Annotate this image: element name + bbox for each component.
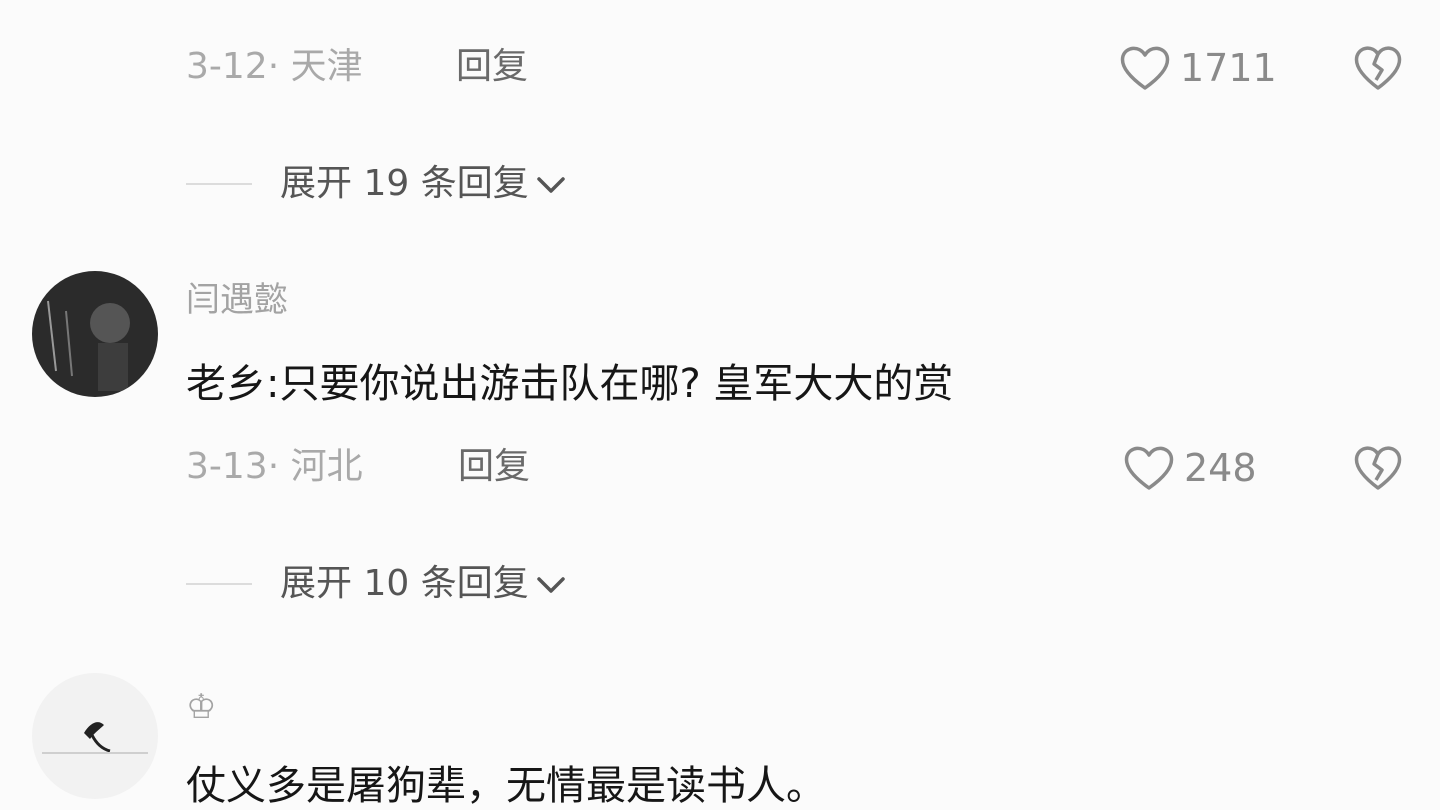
comment-text: 仗义多是屠狗辈，无情最是读书人。 (186, 763, 826, 809)
username[interactable]: 闫遇懿 (186, 283, 288, 317)
like-count: 1711 (1180, 46, 1277, 90)
dislike-button[interactable] (1352, 44, 1404, 96)
expand-replies-row[interactable]: 展开 19 条回复 (186, 166, 569, 202)
reply-button[interactable]: 回复 (458, 449, 530, 485)
expand-replies-button[interactable]: 展开 19 条回复 (280, 166, 569, 202)
heart-outline-icon (1124, 446, 1174, 490)
like-button[interactable]: 248 (1122, 444, 1257, 492)
broken-heart-icon (1354, 446, 1402, 490)
chevron-down-icon (536, 577, 565, 593)
divider-line (186, 183, 252, 185)
expand-replies-label: 展开 10 条回复 (280, 563, 529, 604)
comment-date-location: 3-12· 天津 (186, 46, 363, 87)
reply-button[interactable]: 回复 (456, 49, 528, 85)
divider-line (186, 583, 252, 585)
like-count: 248 (1184, 446, 1257, 490)
avatar[interactable] (32, 271, 158, 397)
username[interactable]: ♔ (186, 690, 216, 724)
comment-date-location: 3-13· 河北 (186, 446, 363, 487)
heart-outline-icon (1120, 46, 1170, 90)
expand-replies-label: 展开 19 条回复 (280, 163, 529, 204)
dislike-button[interactable] (1352, 444, 1404, 496)
expand-replies-button[interactable]: 展开 10 条回复 (280, 566, 569, 602)
broken-heart-icon (1354, 46, 1402, 90)
comment-text: 老乡:只要你说出游击队在哪? 皇军大大的赏 (186, 361, 954, 407)
chevron-down-icon (536, 177, 565, 193)
avatar[interactable] (32, 673, 158, 799)
expand-replies-row[interactable]: 展开 10 条回复 (186, 566, 569, 602)
like-button[interactable]: 1711 (1118, 44, 1277, 92)
